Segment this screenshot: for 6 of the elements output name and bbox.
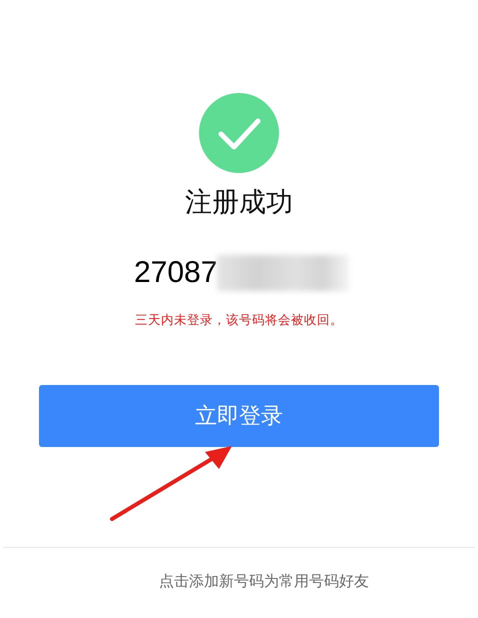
check-icon bbox=[199, 93, 279, 173]
add-friend-link[interactable]: 点击添加新号码为常用号码好友 bbox=[159, 572, 369, 591]
warning-text: 三天内未登录，该号码将会被收回。 bbox=[135, 311, 343, 329]
login-button[interactable]: 立即登录 bbox=[39, 385, 439, 447]
account-number: 27087 bbox=[134, 255, 218, 291]
page-title: 注册成功 bbox=[185, 186, 293, 220]
